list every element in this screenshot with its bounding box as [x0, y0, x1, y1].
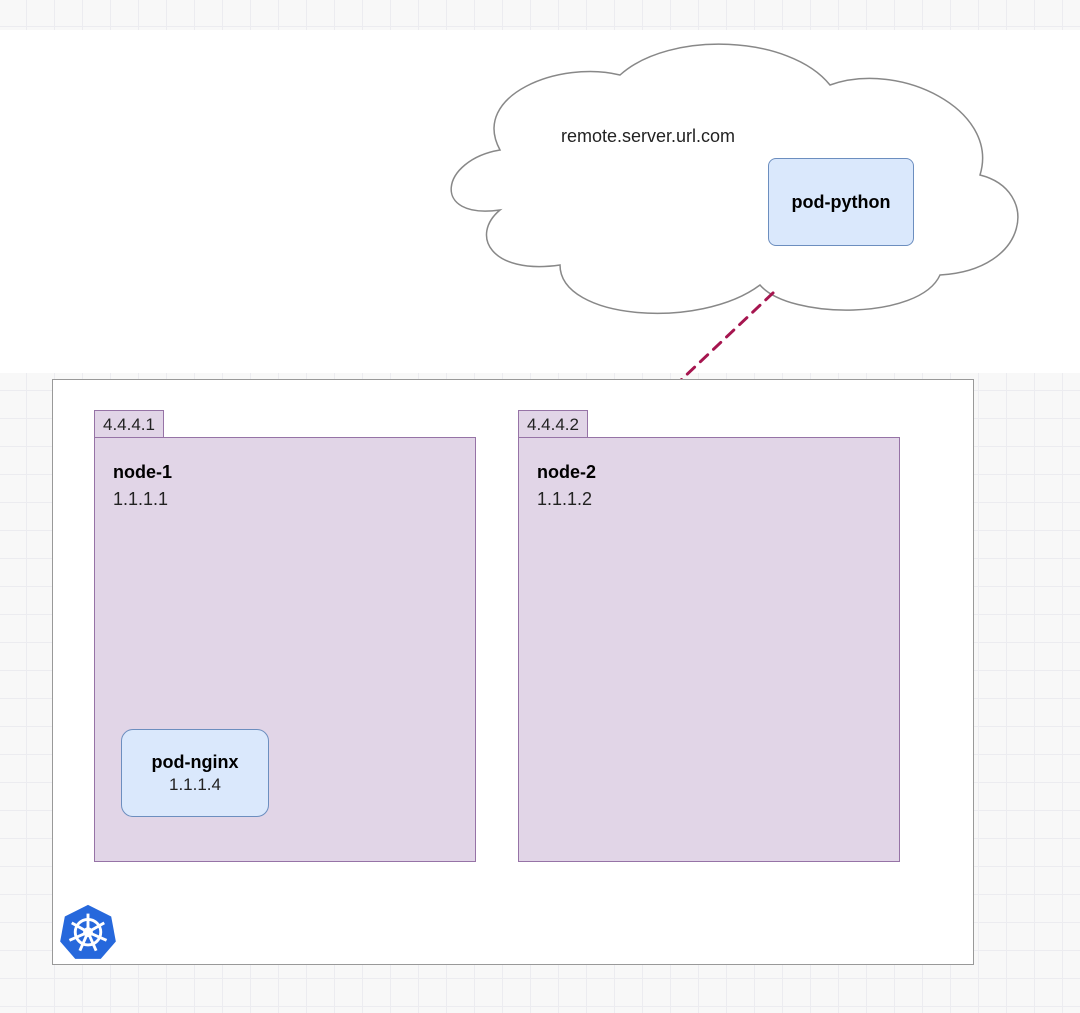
diagram-canvas: remote.server.url.com pod-python 4.4.4.1… [0, 0, 1080, 1013]
pod-nginx-box: pod-nginx 1.1.1.4 [121, 729, 269, 817]
node2-box: node-2 1.1.1.2 [518, 437, 900, 862]
cloud-label: remote.server.url.com [561, 126, 735, 147]
node1-external-ip: 4.4.4.1 [94, 410, 164, 440]
node2-name: node-2 [537, 462, 881, 483]
paper-background [0, 30, 1080, 373]
cloud-pod-name: pod-python [792, 192, 891, 213]
pod-nginx-ip: 1.1.1.4 [169, 775, 221, 795]
node2-external-ip: 4.4.4.2 [518, 410, 588, 440]
node1-name: node-1 [113, 462, 457, 483]
pod-nginx-name: pod-nginx [152, 752, 239, 773]
node1-internal-ip: 1.1.1.1 [113, 489, 457, 510]
cloud-pod: pod-python [768, 158, 914, 246]
kubernetes-icon [59, 902, 117, 960]
node2-internal-ip: 1.1.1.2 [537, 489, 881, 510]
